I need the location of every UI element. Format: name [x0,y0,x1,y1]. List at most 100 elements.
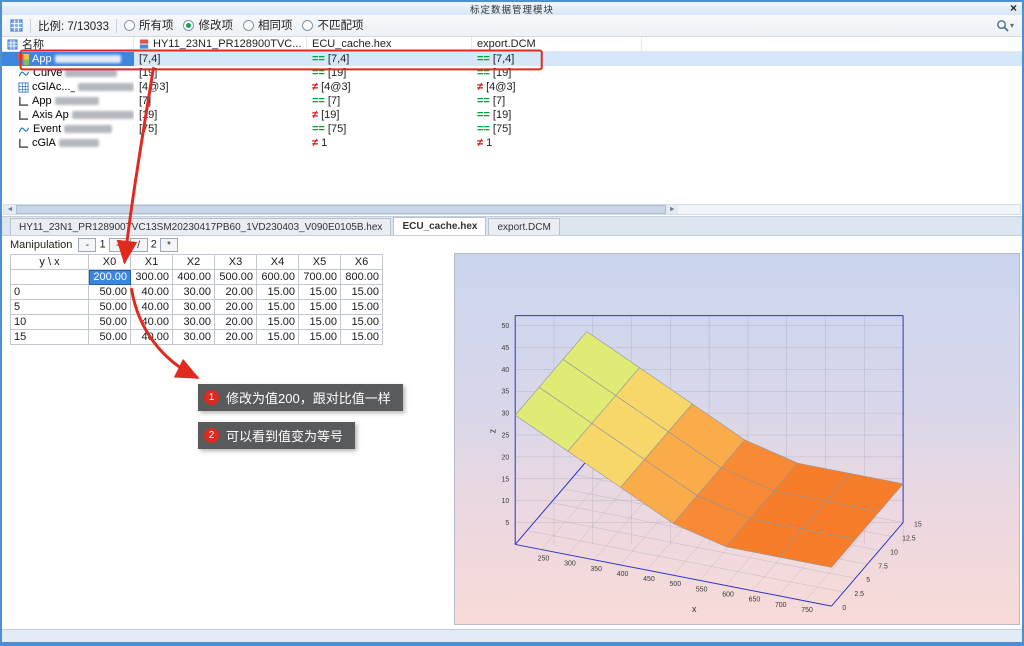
tree-row-0[interactable]: App[7,4]== [7,4]== [7,4] [2,52,1022,66]
svg-text:15: 15 [914,522,922,529]
callout-2: 2 可以看到值变为等号 [198,422,355,449]
tree-item-name: cGlAc..._ [32,80,75,94]
value-cell[interactable]: 50.00 [89,315,131,330]
value-file3: ≠ [4@3] [472,80,642,94]
value-cell[interactable]: 15.00 [341,285,383,300]
svg-text:25: 25 [501,433,509,440]
svg-text:35: 35 [501,389,509,396]
svg-text:250: 250 [538,556,550,563]
tree-item-label: Event [2,122,134,136]
axis-value-cell[interactable]: 800.00 [341,270,383,285]
value-file1: [19] [134,108,307,122]
value-cell[interactable]: 20.00 [215,330,257,345]
radio-label: 所有项 [139,17,174,33]
value-cell[interactable]: 15.00 [299,300,341,315]
value-file3: ≠ 1 [472,136,642,150]
filter-radio-0[interactable]: 所有项 [124,17,174,33]
tab-2[interactable]: export.DCM [488,218,559,235]
value-cell[interactable]: 15.00 [299,285,341,300]
chart-panel[interactable]: 25030035040045050055060065070075002.557.… [454,253,1020,625]
value-cell[interactable]: 40.00 [131,300,173,315]
tab-1[interactable]: ECU_cache.hex [393,217,486,235]
svg-text:550: 550 [696,586,708,593]
value-cell[interactable]: 15.00 [299,315,341,330]
radio-circle-icon [302,20,313,31]
value-cell[interactable]: 30.00 [173,300,215,315]
value-cell[interactable]: 15.00 [341,330,383,345]
value-file2: == [75] [307,122,472,136]
svg-text:x: x [692,604,697,614]
surface-chart[interactable]: 25030035040045050055060065070075002.557.… [455,254,1019,624]
map-icon [18,54,29,65]
search-icon[interactable]: ▾ [996,19,1014,32]
horizontal-scrollbar[interactable]: ◄ ► [3,204,1021,215]
col-header-X5: X5 [299,255,341,270]
callout-1-badge: 1 [204,390,219,405]
tree-column-header-0[interactable]: 名称 [2,37,134,51]
tab-0[interactable]: HY11_23N1_PR128900TVC13SM20230417PB60_1V… [10,218,391,235]
tree-header: 名称 HY11_23N1_PR128900TVC... ECU_cache.hexe… [2,37,1022,52]
window-title: 标定数据管理模块 [2,2,1022,16]
tree-row-6[interactable]: cGlA≠ 1≠ 1 [2,136,1022,150]
value-cell[interactable]: 40.00 [131,285,173,300]
axis-value-cell[interactable]: 500.00 [215,270,257,285]
redacted-text [55,55,121,63]
tree-column-header-3[interactable]: export.DCM [472,37,642,51]
tree-row-1[interactable]: Curve[19]== [19]== [19] [2,66,1022,80]
grid-table-icon[interactable] [10,19,23,32]
manip-value-1[interactable]: 1 [99,239,105,251]
value-cell[interactable]: 15.00 [257,330,299,345]
axis-value-cell[interactable]: 600.00 [257,270,299,285]
axis-value-cell[interactable]: 400.00 [173,270,215,285]
filter-radio-2[interactable]: 相同项 [243,17,293,33]
tree-column-header-2[interactable]: ECU_cache.hex [307,37,472,51]
manip-button-0[interactable]: - [78,238,96,252]
calibration-table: y \ xX0X1X2X3X4X5X6200.00300.00400.00500… [10,254,383,345]
filter-radio-3[interactable]: 不匹配项 [302,17,363,33]
tree-item-label: Curve [2,66,134,80]
value-cell[interactable]: 40.00 [131,330,173,345]
column-label: HY11_23N1_PR128900TVC... [153,38,301,50]
axis-value-cell[interactable]: 700.00 [299,270,341,285]
axis-value-cell[interactable]: 300.00 [131,270,173,285]
value-cell[interactable]: 15.00 [257,300,299,315]
value-cell[interactable]: 30.00 [173,315,215,330]
tree-row-3[interactable]: App[7]== [7]== [7] [2,94,1022,108]
value-cell[interactable]: 15.00 [257,285,299,300]
tree-row-2[interactable]: cGlAc..._[4@3]≠ [4@3]≠ [4@3] [2,80,1022,94]
value-cell[interactable]: 50.00 [89,300,131,315]
value-cell[interactable]: 50.00 [89,330,131,345]
manip-button-5[interactable]: * [160,238,178,252]
value-cell[interactable]: 15.00 [341,300,383,315]
col-header-X4: X4 [257,255,299,270]
svg-text:10: 10 [501,498,509,505]
tree-column-header-1[interactable]: HY11_23N1_PR128900TVC... [134,37,307,51]
value-cell[interactable]: 15.00 [257,315,299,330]
value-cell[interactable]: 30.00 [173,330,215,345]
app-window: 标定数据管理模块 × 比例: 7/13033 所有项修改项相同项不匹配项 ▾ 名… [0,0,1024,646]
scroll-left-button[interactable]: ◄ [4,205,16,214]
value-cell[interactable]: 30.00 [173,285,215,300]
selected-cell[interactable]: 200.00 [89,270,131,285]
tree-row-5[interactable]: Event[75]== [75]== [75] [2,122,1022,136]
manip-button-2[interactable]: - [109,238,127,252]
value-cell[interactable]: 15.00 [299,330,341,345]
filter-radio-1[interactable]: 修改项 [183,17,233,33]
value-cell[interactable]: 20.00 [215,285,257,300]
close-button[interactable]: × [1010,1,1017,15]
manip-value-4[interactable]: 2 [151,239,157,251]
svg-text:700: 700 [775,602,787,609]
scrollbar-thumb[interactable] [16,205,666,214]
manip-button-3[interactable]: / [130,238,148,252]
svg-text:12.5: 12.5 [902,535,916,542]
value-cell[interactable]: 20.00 [215,300,257,315]
value-cell[interactable]: 50.00 [89,285,131,300]
scale-indicator: 比例: 7/13033 [38,18,109,34]
scroll-right-button[interactable]: ► [666,205,678,214]
value-cell[interactable]: 20.00 [215,315,257,330]
value-cell[interactable]: 40.00 [131,315,173,330]
callout-2-text: 可以看到值变为等号 [226,426,343,445]
value-file3: == [7] [472,94,642,108]
value-cell[interactable]: 15.00 [341,315,383,330]
tree-row-4[interactable]: Axis App_Inci...[19]≠ [19]== [19] [2,108,1022,122]
